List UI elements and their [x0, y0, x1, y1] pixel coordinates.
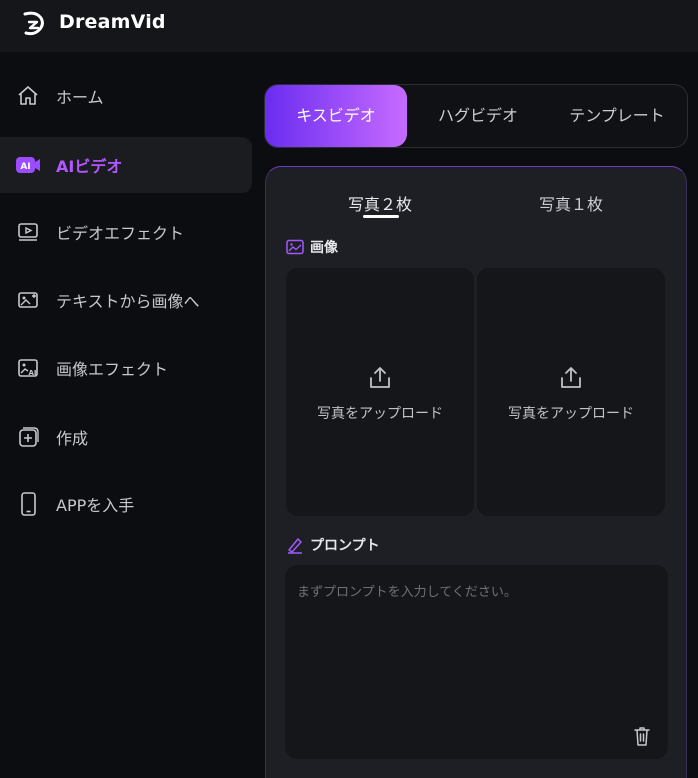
phone-icon [15, 491, 41, 517]
tab-hug-video[interactable]: ハグビデオ [407, 85, 549, 147]
sidebar: ホーム AI AIビデオ ビデオエフェクト テキストから画像へ AI 画像エフェ… [0, 52, 256, 778]
sidebar-item-label: APPを入手 [56, 496, 135, 515]
trash-icon[interactable] [632, 725, 652, 747]
sidebar-item-label: 作成 [56, 429, 89, 448]
upload-photo-2[interactable]: 写真をアップロード [477, 268, 665, 516]
video-type-tabs: キスビデオ ハグビデオ テンプレート [264, 84, 688, 148]
text-to-image-icon [15, 287, 41, 313]
sidebar-item-home[interactable]: ホーム [0, 68, 252, 124]
dreamvid-logo-icon[interactable] [22, 10, 46, 36]
svg-text:AI: AI [20, 162, 30, 172]
tab-one-photo[interactable]: 写真１枚 [539, 191, 603, 215]
sidebar-item-create[interactable]: 作成 [0, 409, 252, 465]
home-icon [15, 83, 41, 109]
upload-icon [561, 367, 581, 388]
ai-badge-icon: AI [15, 152, 41, 178]
sidebar-item-ai-video[interactable]: AI AIビデオ [0, 137, 252, 193]
tab-two-photos[interactable]: 写真２枚 [348, 191, 412, 215]
upload-photo-1[interactable]: 写真をアップロード [286, 268, 474, 516]
sidebar-item-label: AIビデオ [56, 157, 123, 176]
sidebar-item-image-effect[interactable]: AI 画像エフェクト [0, 340, 252, 396]
tab-kiss-video[interactable]: キスビデオ [265, 85, 407, 147]
pen-icon [288, 538, 302, 554]
svg-text:AI: AI [28, 369, 36, 377]
image-section-label: 画像 [310, 240, 338, 256]
brand-name[interactable]: DreamVid [59, 11, 166, 33]
top-header: DreamVid [0, 0, 698, 52]
create-plus-icon [15, 424, 41, 450]
upload-icon [370, 367, 390, 388]
prompt-section-label: プロンプト [310, 538, 380, 554]
generation-panel: 写真２枚 写真１枚 画像 写真をアップロード 写真をアップロード プロンプト [265, 166, 687, 778]
prompt-box [285, 565, 668, 759]
sidebar-item-video-effect[interactable]: ビデオエフェクト [0, 204, 252, 260]
active-tab-indicator [363, 215, 399, 218]
upload-label: 写真をアップロード [508, 406, 634, 422]
sidebar-item-text-to-image[interactable]: テキストから画像へ [0, 272, 252, 328]
sidebar-item-label: ホーム [56, 88, 104, 107]
tab-template[interactable]: テンプレート [565, 85, 669, 147]
prompt-input[interactable] [285, 565, 668, 715]
image-section-title: 画像 [286, 237, 338, 257]
upload-label: 写真をアップロード [317, 406, 443, 422]
sidebar-item-get-app[interactable]: APPを入手 [0, 476, 252, 532]
image-icon [286, 239, 304, 255]
image-effect-icon: AI [15, 355, 41, 381]
sidebar-item-label: 画像エフェクト [56, 360, 169, 379]
sidebar-item-label: テキストから画像へ [56, 292, 200, 311]
prompt-section-title: プロンプト [286, 535, 380, 555]
video-effect-icon [15, 219, 41, 245]
sidebar-item-label: ビデオエフェクト [56, 224, 185, 243]
